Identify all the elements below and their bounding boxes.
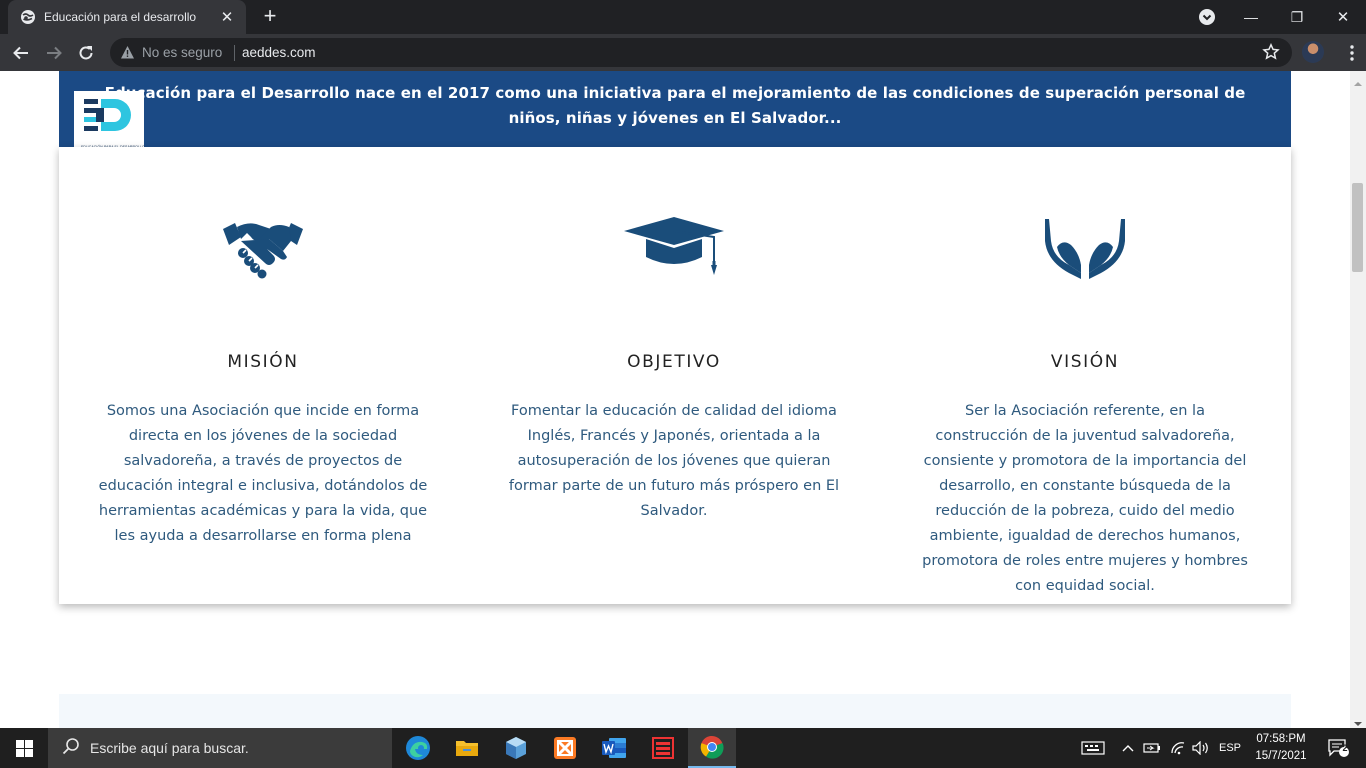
close-window-button[interactable]: ✕ xyxy=(1320,0,1366,34)
intro-banner: Educación para el Desarrollo nace en el … xyxy=(59,71,1291,147)
new-tab-button[interactable]: + xyxy=(258,4,282,28)
hands-icon xyxy=(900,217,1270,297)
address-bar[interactable]: No es seguro aeddes.com xyxy=(110,38,1292,67)
volume-icon[interactable] xyxy=(1190,728,1212,768)
url-separator xyxy=(234,45,235,61)
browser-tab-bar: Educación para el desarrollo ✕ + — ❐ ✕ xyxy=(0,0,1366,34)
security-label[interactable]: No es seguro xyxy=(142,45,222,60)
file-explorer-icon[interactable] xyxy=(443,728,491,768)
clock-date: 15/7/2021 xyxy=(1255,750,1307,762)
xampp-icon[interactable] xyxy=(541,728,589,768)
objetivo-heading: OBJETIVO xyxy=(627,352,721,372)
browser-tab[interactable]: Educación para el desarrollo ✕ xyxy=(8,0,246,34)
tab-title: Educación para el desarrollo xyxy=(44,10,197,24)
mision-text: Somos una Asociación que incide en forma… xyxy=(98,403,428,544)
clock-time: 07:58:PM xyxy=(1256,733,1306,745)
scroll-down-arrow-icon[interactable] xyxy=(1352,714,1364,726)
edge-icon[interactable] xyxy=(394,728,442,768)
filezilla-icon[interactable] xyxy=(639,728,687,768)
back-arrow-icon[interactable] xyxy=(8,40,34,66)
profile-avatar[interactable] xyxy=(1302,41,1324,63)
language-indicator[interactable]: ESP xyxy=(1216,728,1244,768)
notification-count: 2 xyxy=(1342,743,1348,753)
virtualbox-icon[interactable] xyxy=(492,728,540,768)
menu-dots-icon[interactable] xyxy=(1349,44,1355,62)
chevron-up-icon[interactable] xyxy=(1118,728,1138,768)
scroll-up-arrow-icon[interactable] xyxy=(1352,74,1364,86)
banner-text: Educación para el Desarrollo nace en el … xyxy=(104,84,1246,127)
reload-icon[interactable] xyxy=(73,40,99,66)
taskbar-search-box[interactable]: Escribe aquí para buscar. xyxy=(48,728,392,768)
warning-icon[interactable] xyxy=(120,45,135,60)
logo-mark xyxy=(84,99,131,131)
forward-arrow-icon[interactable] xyxy=(41,40,67,66)
bookmark-star-icon[interactable] xyxy=(1262,42,1280,61)
globe-icon xyxy=(20,9,36,25)
windows-start-icon[interactable] xyxy=(0,728,48,768)
mission-card: MISIÓN Somos una Asociación que incide e… xyxy=(59,147,1291,604)
search-icon xyxy=(62,737,80,759)
scrollbar-thumb[interactable] xyxy=(1352,183,1363,272)
taskbar-clock[interactable]: 07:58:PM 15/7/2021 xyxy=(1248,731,1314,765)
next-section xyxy=(59,694,1291,728)
wifi-icon[interactable] xyxy=(1166,728,1190,768)
keyboard-layout-icon[interactable] xyxy=(1078,728,1108,768)
vision-text: Ser la Asociación referente, en la const… xyxy=(922,403,1248,594)
objetivo-text: Fomentar la educación de calidad del idi… xyxy=(508,403,840,519)
graduation-cap-icon xyxy=(489,217,859,297)
word-icon[interactable] xyxy=(590,728,638,768)
web-page: Educación para el Desarrollo nace en el … xyxy=(0,71,1350,728)
minimize-button[interactable]: — xyxy=(1228,0,1274,34)
tab-search-icon[interactable] xyxy=(1198,8,1216,26)
page-scrollbar[interactable] xyxy=(1350,71,1366,728)
restore-button[interactable]: ❐ xyxy=(1274,0,1320,34)
mision-heading: MISIÓN xyxy=(227,352,299,372)
vision-heading: VISIÓN xyxy=(1050,352,1120,372)
browser-toolbar: No es seguro aeddes.com xyxy=(0,34,1366,71)
windows-taskbar: Escribe aquí para buscar. ESP 07:58:PM 1… xyxy=(0,728,1366,768)
search-placeholder: Escribe aquí para buscar. xyxy=(90,740,249,756)
notification-icon[interactable]: 2 xyxy=(1318,728,1358,768)
url-text[interactable]: aeddes.com xyxy=(242,45,316,60)
close-tab-icon[interactable]: ✕ xyxy=(218,8,236,26)
handshake-icon xyxy=(78,217,448,297)
battery-icon[interactable] xyxy=(1140,728,1164,768)
chrome-icon[interactable] xyxy=(688,728,736,768)
